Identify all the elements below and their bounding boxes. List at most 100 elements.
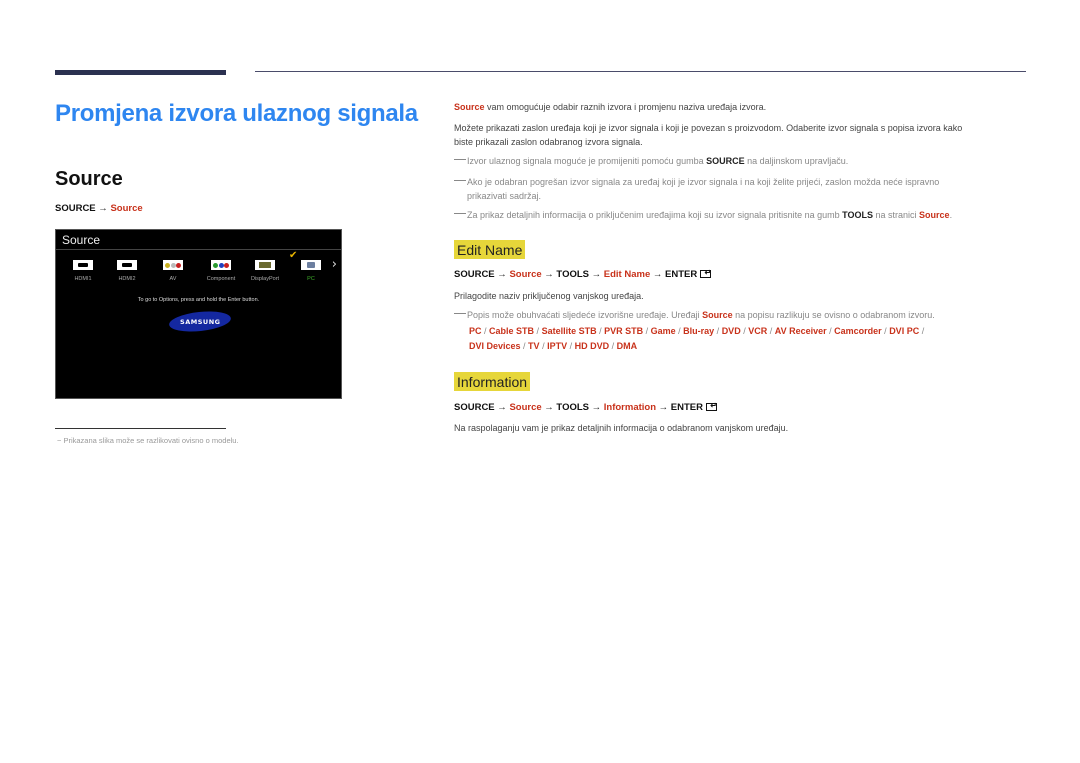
intro-line-2: Možete prikazati zaslon uređaja koji je … xyxy=(454,123,963,133)
device-separator: / xyxy=(714,326,722,336)
device-separator: / xyxy=(643,326,651,336)
intro-line-1: Source vam omogućuje odabir raznih izvor… xyxy=(454,100,766,114)
device-name: PVR STB xyxy=(604,326,644,336)
device-separator: / xyxy=(567,341,575,351)
enter-icon xyxy=(700,266,712,280)
note-key: SOURCE xyxy=(706,156,745,166)
source-item-hdmi2: HDMI2 xyxy=(106,260,148,282)
hdmi-port-icon xyxy=(73,260,93,270)
device-name: PC xyxy=(469,326,482,336)
samsung-logo-text: SAMSUNG xyxy=(179,317,221,326)
device-separator: / xyxy=(919,326,925,336)
device-separator: / xyxy=(609,341,617,351)
note-text: na daljinskom upravljaču. xyxy=(744,156,849,166)
source-label: PC xyxy=(307,276,315,282)
device-separator: / xyxy=(520,341,529,351)
note-key: TOOLS xyxy=(842,210,874,220)
footnote-divider xyxy=(55,428,226,429)
device-name: Blu-ray xyxy=(683,326,715,336)
device-separator: / xyxy=(539,341,548,351)
samsung-logo: SAMSUNG xyxy=(168,308,232,335)
source-item-hdmi1: HDMI1 xyxy=(62,260,104,282)
device-name: Game xyxy=(650,326,676,336)
source-item-av: AV xyxy=(152,260,194,282)
menu-path: SOURCE → Source xyxy=(55,203,143,214)
note-text: Popis može obuhvaćati sljedeće izvorišne… xyxy=(467,310,703,320)
device-name: Camcorder xyxy=(834,326,882,336)
note-dash-icon xyxy=(454,159,466,160)
path-segment: Source xyxy=(509,402,542,413)
note-text: na stranici xyxy=(873,210,920,220)
device-name: DMA xyxy=(616,341,638,351)
header-rule-thin xyxy=(255,71,1026,72)
vga-port-icon xyxy=(301,260,321,270)
source-screen-illustration: Source HDMI1 HDMI2 AV Component DisplayP… xyxy=(55,229,342,399)
component-port-icon xyxy=(211,260,231,270)
note-2: Ako je odabran pogrešan izvor signala za… xyxy=(454,175,939,189)
source-item-pc: PC xyxy=(290,260,332,282)
source-label: DisplayPort xyxy=(250,276,280,282)
path-segment: Information xyxy=(603,402,657,413)
device-separator: / xyxy=(481,326,490,336)
note-link: Source xyxy=(919,210,950,220)
source-item-component: Component xyxy=(200,260,242,282)
information-path: SOURCE → Source → TOOLS → Information → … xyxy=(454,399,717,415)
menu-path-prefix: SOURCE → xyxy=(55,203,111,214)
tv-divider xyxy=(56,249,341,250)
source-list: HDMI1 HDMI2 AV Component DisplayPort PC xyxy=(62,260,322,290)
path-segment: → ENTER xyxy=(656,402,703,413)
source-label: HDMI1 xyxy=(74,276,92,282)
device-name: DVD xyxy=(721,326,741,336)
source-label: HDMI2 xyxy=(118,276,136,282)
note-text: Izvor ulaznog signala moguće je promijen… xyxy=(467,156,707,166)
tv-hint-text: To go to Options, press and hold the Ent… xyxy=(137,297,260,303)
note-1: Izvor ulaznog signala moguće je promijen… xyxy=(454,154,848,168)
path-segment: Source xyxy=(509,269,542,280)
path-segment: Edit Name xyxy=(603,269,651,280)
chevron-right-icon: › xyxy=(331,257,337,272)
note-text: Ako je odabran pogrešan izvor signala za… xyxy=(467,177,940,187)
section-title: Source xyxy=(55,168,123,190)
source-item-displayport: DisplayPort xyxy=(244,260,286,282)
note-dash-icon xyxy=(454,180,466,181)
device-name: DVI Devices xyxy=(469,341,521,351)
source-keyword: Source xyxy=(454,102,485,112)
displayport-icon xyxy=(255,260,275,270)
device-separator: / xyxy=(826,326,835,336)
device-list-line-1: PC / Cable STB / Satellite STB / PVR STB… xyxy=(469,324,924,338)
device-name: Cable STB xyxy=(489,326,535,336)
device-separator: / xyxy=(767,326,775,336)
selected-check-icon: ✔ xyxy=(289,250,298,261)
device-name: VCR xyxy=(748,326,768,336)
device-name: Satellite STB xyxy=(541,326,597,336)
note-link: Source xyxy=(702,310,733,320)
note-text: Za prikaz detaljnih informacija o priklj… xyxy=(467,210,843,220)
path-segment: → TOOLS → xyxy=(541,269,604,280)
path-segment: → TOOLS → xyxy=(541,402,604,413)
device-separator: / xyxy=(534,326,542,336)
device-name: HD DVD xyxy=(574,341,610,351)
path-segment: SOURCE → xyxy=(454,269,510,280)
note-dash-icon xyxy=(454,213,466,214)
path-segment: SOURCE → xyxy=(454,402,510,413)
hdmi-port-icon xyxy=(117,260,137,270)
information-description: Na raspolaganju vam je prikaz detaljnih … xyxy=(454,423,789,433)
note-dash-icon xyxy=(454,313,466,314)
footnote: − Prikazana slika može se razlikovati ov… xyxy=(57,436,239,445)
device-list-line-2: DVI Devices / TV / IPTV / HD DVD / DMA xyxy=(469,339,637,353)
source-label: Component xyxy=(206,276,236,282)
source-label: AV xyxy=(169,276,177,282)
note-text: . xyxy=(949,210,953,220)
note-text: na popisu razlikuju se ovisno o odabrano… xyxy=(732,310,935,320)
edit-name-heading: Edit Name xyxy=(454,240,526,259)
intro-line-3: biste prikazali zaslon odabranog izvora … xyxy=(454,137,643,147)
edit-name-note: Popis može obuhvaćati sljedeće izvorišne… xyxy=(454,308,935,322)
device-name: AV Receiver xyxy=(774,326,827,336)
av-port-icon xyxy=(163,260,183,270)
device-name: DVI PC xyxy=(889,326,920,336)
device-name: TV xyxy=(528,341,540,351)
intro-text: vam omogućuje odabir raznih izvora i pro… xyxy=(484,102,767,112)
information-heading: Information xyxy=(454,372,531,391)
note-2-cont: prikazivati sadržaj. xyxy=(467,191,542,201)
device-separator: / xyxy=(596,326,605,336)
